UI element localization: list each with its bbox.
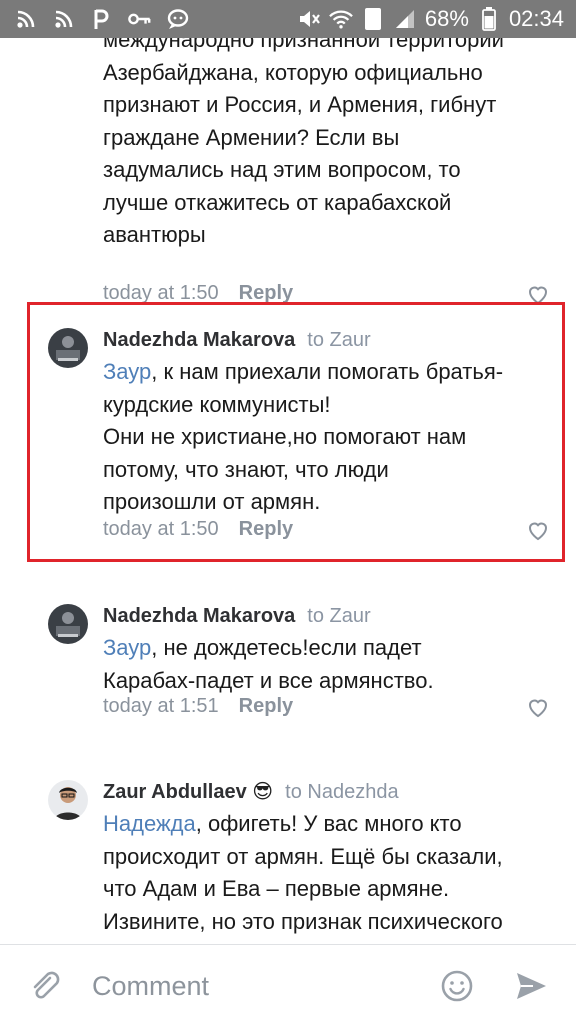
- reply-button[interactable]: Reply: [239, 695, 293, 717]
- comment-body: , к нам приехали помогать братья- курдск…: [103, 359, 504, 514]
- mention-link[interactable]: Надежда: [103, 811, 196, 836]
- reply-button[interactable]: Reply: [239, 518, 293, 540]
- system-status-icons: 68% 02:34: [297, 6, 576, 32]
- mention-link[interactable]: Заур: [103, 359, 151, 384]
- comment-time: today at 1:51: [103, 695, 219, 717]
- comment-line: международно признанной территории: [103, 38, 504, 52]
- comment-content: Zaur Abdullaev 😎 to Nadezhda Надежда, офи…: [103, 778, 556, 944]
- comment-line: авантюры: [103, 222, 206, 247]
- comments-feed[interactable]: международно признанной территории Азерб…: [0, 38, 576, 944]
- clock: 02:34: [508, 6, 564, 31]
- avatar[interactable]: [48, 604, 88, 644]
- battery-icon: [477, 7, 501, 31]
- author-line: Zaur Abdullaev 😎 to Nadezhda: [103, 778, 556, 806]
- comment-text: Надежда, офигеть! У вас много кто происх…: [103, 808, 556, 944]
- comment-text: Заур, не дождетесь!если падет Карабах-па…: [103, 632, 556, 697]
- mention-link[interactable]: Заур: [103, 635, 151, 660]
- battery-percent: 68%: [424, 6, 469, 31]
- comment-meta: today at 1:51 Reply: [103, 695, 293, 718]
- emoji-icon[interactable]: [440, 969, 474, 1003]
- p-app-icon: [90, 7, 114, 31]
- comment-composer: Comment: [0, 945, 576, 1024]
- author-line: Nadezhda Makarova to Zaur: [103, 326, 556, 354]
- author-line: Nadezhda Makarova to Zaur: [103, 602, 556, 630]
- comment-line: граждане Армении? Если вы: [103, 124, 400, 150]
- send-icon[interactable]: [514, 969, 548, 1003]
- comment-line: лучше откажитесь от карабахской: [103, 189, 452, 215]
- wifi-icon: [329, 7, 353, 31]
- key-icon: [128, 7, 152, 31]
- heart-icon[interactable]: [526, 518, 550, 542]
- attach-icon[interactable]: [28, 969, 62, 1003]
- mute-icon: [297, 7, 321, 31]
- comment-input[interactable]: Comment: [92, 971, 209, 1002]
- rss-icon: [14, 7, 38, 31]
- comment-text: международно признанной территории Азерб…: [103, 38, 556, 252]
- rss-icon: [52, 7, 76, 31]
- avatar[interactable]: [48, 780, 88, 820]
- signal-icon: [393, 7, 417, 31]
- author-name[interactable]: Nadezhda Makarova: [103, 329, 295, 351]
- comment-meta: today at 1:50 Reply: [103, 518, 293, 541]
- reply-to[interactable]: to Zaur: [307, 329, 370, 351]
- comment-line: признают и Россия, и Армения, гибнут: [103, 92, 497, 117]
- comment-content: Nadezhda Makarova to Zaur Заур, к нам при…: [103, 326, 556, 519]
- author-name[interactable]: Nadezhda Makarova: [103, 605, 295, 627]
- comment-text: Заур, к нам приехали помогать братья- ку…: [103, 356, 556, 519]
- comment-time: today at 1:50: [103, 518, 219, 540]
- sunglasses-emoji: 😎: [252, 781, 274, 803]
- reply-to[interactable]: to Zaur: [307, 605, 370, 627]
- comment-time: today at 1:50: [103, 282, 219, 304]
- reply-button[interactable]: Reply: [239, 282, 293, 304]
- notification-icons: [0, 7, 190, 31]
- chat-bubble-icon: [166, 7, 190, 31]
- heart-icon[interactable]: [526, 695, 550, 719]
- sim-icon: [361, 7, 385, 31]
- comment-line: задумались над этим вопросом, то: [103, 157, 461, 182]
- status-bar: 68% 02:34: [0, 0, 576, 38]
- avatar[interactable]: [48, 328, 88, 368]
- author-name[interactable]: Zaur Abdullaev: [103, 781, 247, 803]
- comment-body: , не дождетесь!если падет Карабах-падет …: [103, 635, 434, 693]
- reply-to[interactable]: to Nadezhda: [285, 781, 398, 803]
- comment-line: Азербайджана, которую официально: [103, 59, 483, 85]
- comment-content: Nadezhda Makarova to Zaur Заур, не дождет…: [103, 602, 556, 697]
